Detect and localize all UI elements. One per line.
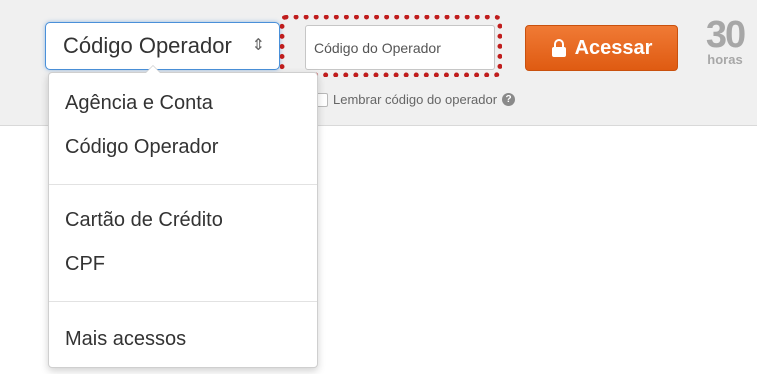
badge-unit: horas [707, 52, 743, 67]
help-icon[interactable]: ? [502, 93, 516, 106]
access-button-label: Acessar [574, 36, 653, 59]
menu-divider [49, 184, 317, 185]
badge-number: 30 [705, 14, 746, 56]
access-type-select[interactable]: Código Operador ⇕ [45, 22, 280, 70]
sort-arrows-icon: ⇕ [251, 37, 265, 54]
menu-item-cpf[interactable]: CPF [65, 253, 105, 276]
operator-code-input[interactable] [305, 25, 495, 70]
menu-item-cartao-credito[interactable]: Cartão de Crédito [65, 209, 223, 232]
access-type-value: Código Operador [63, 33, 232, 58]
access-button[interactable]: Acessar [525, 25, 678, 71]
menu-item-codigo-operador[interactable]: Código Operador [65, 136, 218, 159]
menu-item-agencia-conta[interactable]: Agência e Conta [65, 92, 213, 115]
30-hours-badge: 30 horas [695, 16, 755, 66]
access-type-dropdown: Agência e Conta Código Operador Cartão d… [48, 65, 318, 368]
lock-icon [551, 39, 567, 57]
remember-operator: Lembrar código do operador ? [316, 92, 516, 107]
menu-divider [49, 301, 317, 302]
menu-item-mais-acessos[interactable]: Mais acessos [65, 328, 186, 351]
remember-label[interactable]: Lembrar código do operador [333, 92, 497, 107]
